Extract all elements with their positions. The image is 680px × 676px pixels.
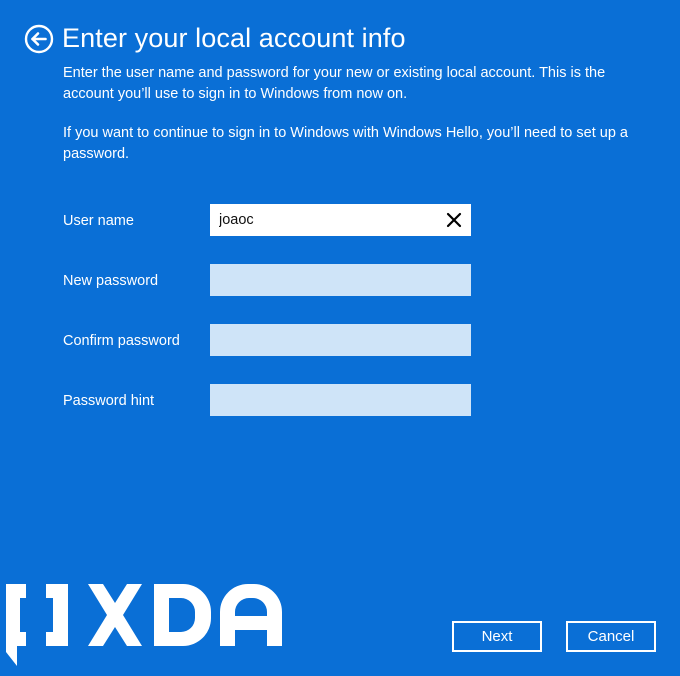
new-password-input[interactable] [210, 264, 471, 296]
description-windows-hello: If you want to continue to sign in to Wi… [63, 125, 628, 162]
username-label: User name [63, 213, 134, 229]
back-button[interactable] [24, 24, 54, 54]
password-hint-label: Password hint [63, 393, 155, 409]
confirm-password-label: Confirm password [63, 333, 180, 349]
username-input[interactable] [210, 204, 471, 236]
clear-username-button[interactable] [444, 210, 464, 230]
password-hint-input[interactable] [210, 384, 471, 416]
xda-logo [6, 580, 306, 670]
confirm-password-input[interactable] [210, 324, 471, 356]
next-button[interactable]: Next [452, 621, 542, 652]
cancel-button[interactable]: Cancel [566, 621, 656, 652]
page-title: Enter your local account info [62, 23, 406, 53]
xda-logo-icon [6, 584, 282, 666]
back-arrow-circle-icon [24, 24, 54, 54]
description-account-info: Enter the user name and password for you… [63, 65, 606, 102]
new-password-label: New password [63, 273, 159, 289]
close-x-icon [446, 212, 462, 228]
